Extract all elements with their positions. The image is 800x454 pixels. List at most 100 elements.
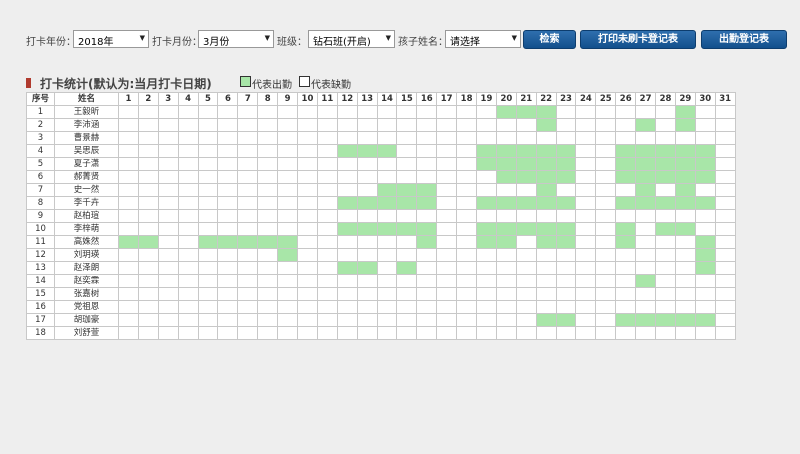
day-cell-absent	[376, 261, 398, 275]
day-cell-absent	[555, 261, 577, 275]
day-cell-absent	[177, 235, 199, 249]
day-cell-absent	[277, 196, 299, 210]
day-cell-absent	[356, 235, 378, 249]
day-cell-absent	[595, 183, 617, 197]
day-cell-absent	[555, 209, 577, 223]
day-cell-absent	[635, 287, 657, 301]
day-cell-absent	[456, 248, 478, 262]
day-cell-absent	[137, 157, 159, 171]
column-header-day: 19	[476, 92, 497, 106]
filter-toolbar: 打卡年份： 2018年 ▼ 打卡月份： 3月份 ▼ 班级： 钻石班(开启) ▼ …	[0, 30, 800, 50]
day-cell-absent	[575, 183, 597, 197]
day-cell-absent	[575, 196, 597, 210]
day-cell-absent	[515, 300, 537, 314]
day-cell-present	[674, 118, 696, 132]
day-cell-absent	[476, 287, 497, 301]
class-label: 班级：	[277, 37, 307, 48]
day-cell-absent	[257, 183, 279, 197]
student-name: 刘玥瑛	[54, 248, 119, 262]
day-cell-absent	[714, 261, 736, 275]
day-cell-absent	[137, 274, 159, 288]
day-cell-absent	[137, 326, 159, 340]
column-header-day: 13	[356, 92, 378, 106]
day-cell-absent	[336, 157, 358, 171]
day-cell-absent	[177, 287, 199, 301]
legend-absent-label: 代表缺勤	[311, 80, 351, 91]
day-cell-absent	[655, 326, 676, 340]
day-cell-present	[535, 157, 557, 171]
day-cell-absent	[495, 274, 517, 288]
day-cell-present	[197, 235, 219, 249]
day-cell-absent	[476, 300, 497, 314]
day-cell-absent	[376, 326, 398, 340]
day-cell-absent	[356, 313, 378, 327]
day-cell-absent	[118, 313, 139, 327]
column-header-day: 20	[495, 92, 517, 106]
day-cell-absent	[635, 105, 657, 119]
year-select[interactable]: 2018年 ▼	[73, 30, 149, 48]
day-cell-absent	[635, 261, 657, 275]
day-cell-absent	[456, 118, 478, 132]
day-cell-absent	[197, 274, 219, 288]
day-cell-absent	[237, 118, 259, 132]
day-cell-absent	[257, 118, 279, 132]
day-cell-absent	[316, 131, 338, 145]
day-cell-absent	[177, 183, 199, 197]
day-cell-present	[336, 261, 358, 275]
day-cell-absent	[197, 300, 219, 314]
day-cell-present	[615, 222, 637, 236]
student-name: 党祖恩	[54, 300, 119, 314]
day-cell-present	[655, 313, 676, 327]
day-cell-absent	[535, 209, 557, 223]
day-cell-absent	[356, 287, 378, 301]
day-cell-absent	[714, 287, 736, 301]
day-cell-absent	[416, 105, 438, 119]
day-cell-absent	[655, 118, 676, 132]
day-cell-absent	[197, 144, 219, 158]
day-cell-absent	[197, 287, 219, 301]
column-header-day: 27	[635, 92, 657, 106]
day-cell-present	[674, 196, 696, 210]
search-button[interactable]: 检索	[523, 30, 576, 49]
class-select[interactable]: 钻石班(开启) ▼	[308, 30, 395, 48]
day-cell-absent	[595, 144, 617, 158]
row-index: 17	[26, 313, 55, 327]
day-cell-present	[655, 170, 676, 184]
attendance-register-button[interactable]: 出勤登记表	[701, 30, 787, 49]
day-cell-absent	[297, 222, 318, 236]
day-cell-absent	[257, 248, 279, 262]
day-cell-absent	[396, 326, 418, 340]
day-cell-absent	[157, 131, 179, 145]
column-header-day: 31	[714, 92, 736, 106]
print-unpunched-register-button[interactable]: 打印未刷卡登记表	[580, 30, 696, 49]
day-cell-present	[515, 170, 537, 184]
day-cell-absent	[416, 326, 438, 340]
day-cell-absent	[197, 118, 219, 132]
day-cell-absent	[277, 118, 299, 132]
day-cell-absent	[515, 326, 537, 340]
student-name: 刘舒萱	[54, 326, 119, 340]
day-cell-absent	[237, 183, 259, 197]
month-select[interactable]: 3月份 ▼	[198, 30, 274, 48]
day-cell-absent	[436, 326, 458, 340]
day-cell-absent	[197, 183, 219, 197]
day-cell-absent	[694, 118, 716, 132]
child-name-select[interactable]: 请选择 ▼	[445, 30, 521, 48]
day-cell-present	[555, 313, 577, 327]
day-cell-absent	[535, 274, 557, 288]
day-cell-absent	[118, 183, 139, 197]
day-cell-absent	[177, 157, 199, 171]
day-cell-present	[694, 170, 716, 184]
day-cell-absent	[217, 157, 239, 171]
student-name: 李千卉	[54, 196, 119, 210]
column-header-day: 26	[615, 92, 637, 106]
day-cell-absent	[396, 235, 418, 249]
day-cell-absent	[316, 235, 338, 249]
day-cell-absent	[316, 144, 338, 158]
day-cell-absent	[376, 118, 398, 132]
day-cell-absent	[177, 274, 199, 288]
day-cell-present	[535, 235, 557, 249]
day-cell-absent	[277, 144, 299, 158]
day-cell-absent	[396, 118, 418, 132]
column-header-day: 8	[257, 92, 279, 106]
